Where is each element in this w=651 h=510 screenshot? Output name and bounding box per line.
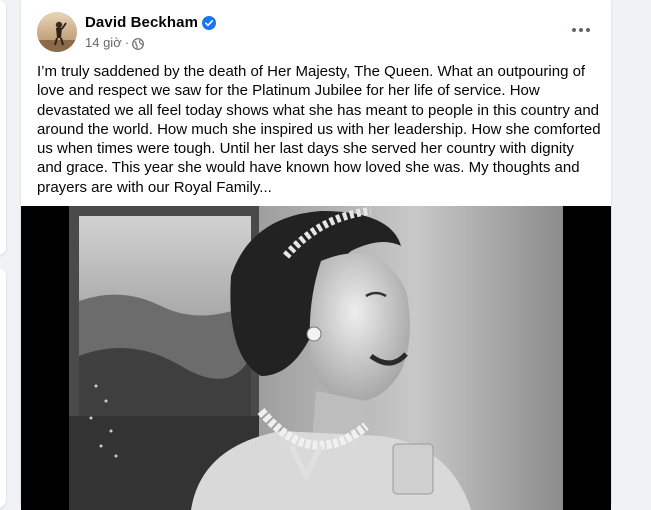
post-card: David Beckham 14 giờ · I’m truly saddene… — [21, 0, 611, 510]
post-meta: 14 giờ · — [85, 35, 144, 50]
author-name[interactable]: David Beckham — [85, 14, 198, 31]
author-line: David Beckham — [85, 14, 217, 31]
post-text: I’m truly saddened by the death of Her M… — [37, 63, 601, 196]
adjacent-card-bottom — [0, 268, 6, 508]
more-options-icon[interactable] — [567, 16, 595, 44]
post-timestamp[interactable]: 14 giờ — [85, 35, 122, 50]
adjacent-card-top — [0, 0, 6, 255]
globe-icon[interactable] — [132, 37, 144, 50]
post-photo[interactable] — [21, 206, 611, 510]
avatar[interactable] — [37, 12, 77, 52]
post-header: David Beckham 14 giờ · — [37, 12, 599, 54]
verified-badge-icon — [202, 15, 217, 30]
meta-separator: · — [124, 35, 130, 50]
